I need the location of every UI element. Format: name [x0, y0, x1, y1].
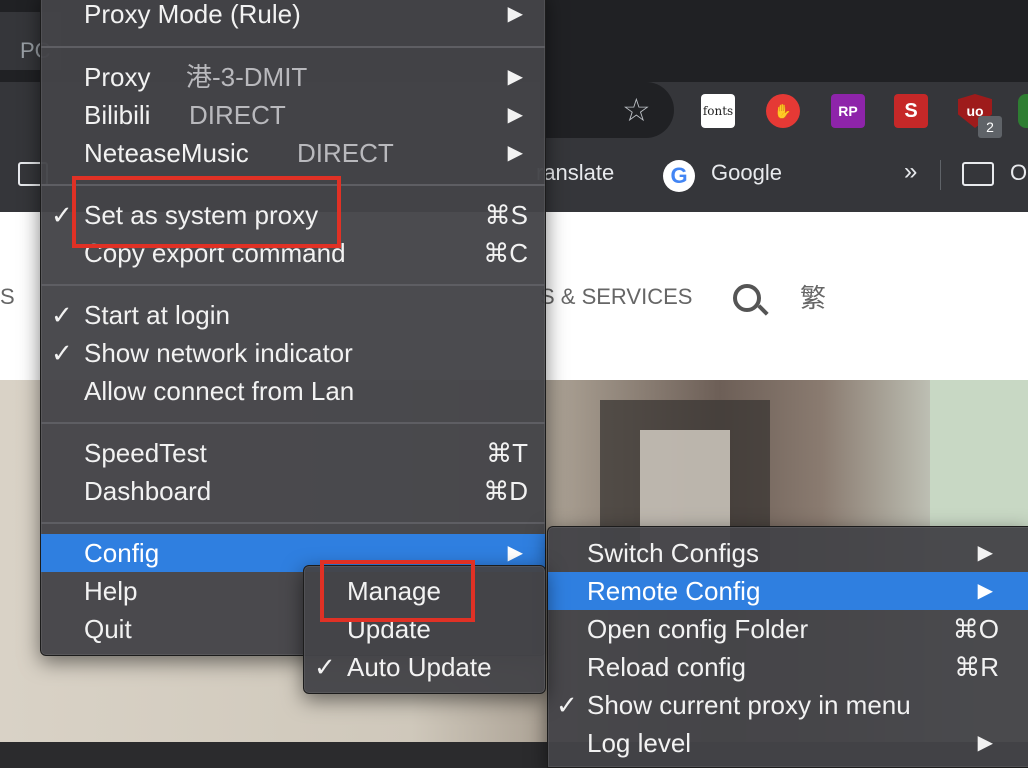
bookmark-star-icon[interactable]: ☆ — [622, 92, 651, 128]
checkmark-icon: ✓ — [556, 690, 578, 720]
menu-item-label: Quit — [84, 614, 132, 644]
bilibili-selected-value: DIRECT — [189, 100, 286, 130]
menu-item-label: Reload config — [587, 652, 746, 682]
submenu-arrow-icon: ▶ — [507, 104, 523, 126]
checkmark-icon: ✓ — [51, 338, 73, 368]
submenu-arrow-icon: ▶ — [507, 3, 523, 25]
menu-item-label: Manage — [347, 576, 441, 606]
hero-image-detail — [930, 380, 1028, 540]
menu-item-remote-config[interactable]: Remote Config ▶ — [548, 572, 1028, 610]
menu-item-label: Bilibili — [84, 100, 151, 130]
menu-item-set-system-proxy[interactable]: ✓ Set as system proxy ⌘S — [41, 196, 545, 234]
checkmark-icon: ✓ — [51, 300, 73, 330]
address-bar[interactable] — [540, 82, 674, 138]
checkmark-icon: ✓ — [314, 652, 336, 682]
other-bookmarks-label[interactable]: O — [1010, 160, 1027, 186]
google-icon: G — [663, 160, 695, 192]
menu-item-label: Show current proxy in menu — [587, 690, 911, 720]
search-icon[interactable] — [733, 284, 761, 312]
nav-item-services[interactable]: S & SERVICES — [540, 284, 692, 310]
menu-item-switch-configs[interactable]: Switch Configs ▶ — [548, 534, 1028, 572]
bookmarks-more-icon[interactable]: » — [904, 158, 917, 186]
menu-item-update[interactable]: Update — [304, 610, 545, 648]
submenu-arrow-icon: ▶ — [507, 142, 523, 164]
menu-item-label: NeteaseMusic — [84, 138, 249, 168]
shortcut-label: ⌘C — [483, 238, 528, 268]
menu-item-label: Log level — [587, 728, 692, 758]
menu-item-label: Set as system proxy — [84, 200, 319, 230]
proxy-selected-value: 港-3-DMIT — [186, 62, 308, 92]
submenu-arrow-icon: ▶ — [977, 542, 993, 564]
menu-item-show-current-proxy[interactable]: ✓ Show current proxy in menu — [548, 686, 1028, 724]
menu-item-show-network-indicator[interactable]: ✓ Show network indicator — [41, 334, 545, 372]
shortcut-label: ⌘S — [484, 200, 528, 230]
rp-extension-icon[interactable]: RP — [831, 94, 865, 128]
menu-item-copy-export-command[interactable]: Copy export command ⌘C — [41, 234, 545, 272]
green-extension-icon[interactable] — [1018, 94, 1028, 128]
menu-item-label: Allow connect from Lan — [84, 376, 355, 406]
checkmark-icon: ✓ — [51, 200, 73, 230]
menu-separator — [41, 422, 545, 424]
shortcut-label: ⌘T — [486, 438, 528, 468]
bookmark-google[interactable]: Google — [711, 160, 782, 186]
clashx-main-menu: Proxy Mode (Rule) ▶ Proxy 港-3-DMIT ▶ Bil… — [40, 0, 546, 656]
menu-item-allow-connect-from-lan[interactable]: Allow connect from Lan — [41, 372, 545, 410]
submenu-arrow-icon: ▶ — [507, 66, 523, 88]
bookmarks-divider — [940, 160, 941, 190]
ublock-count-badge: 2 — [978, 116, 1002, 138]
menu-item-label: Switch Configs — [587, 538, 759, 568]
submenu-arrow-icon: ▶ — [977, 580, 993, 602]
menu-item-label: SpeedTest — [84, 438, 207, 468]
shortcut-label: ⌘R — [954, 652, 999, 682]
menu-item-label: Dashboard — [84, 476, 212, 506]
remote-config-submenu: Manage Update ✓ Auto Update — [303, 565, 546, 694]
menu-item-proxy-mode[interactable]: Proxy Mode (Rule) ▶ — [41, 0, 545, 33]
menu-separator — [41, 46, 545, 48]
menu-item-label: Update — [347, 614, 431, 644]
bookmark-translate[interactable]: ranslate — [536, 160, 614, 186]
menu-separator — [41, 522, 545, 524]
neteasemusic-selected-value: DIRECT — [297, 138, 394, 168]
menu-item-bilibili[interactable]: Bilibili DIRECT ▶ — [41, 96, 545, 134]
menu-separator — [41, 184, 545, 186]
menu-item-start-at-login[interactable]: ✓ Start at login — [41, 296, 545, 334]
nav-item-left[interactable]: S — [0, 284, 15, 310]
submenu-arrow-icon: ▶ — [977, 732, 993, 754]
menu-item-auto-update[interactable]: ✓ Auto Update — [304, 648, 545, 686]
menu-item-speedtest[interactable]: SpeedTest ⌘T — [41, 434, 545, 472]
language-toggle[interactable]: 繁 — [800, 278, 826, 315]
menu-item-label: Open config Folder — [587, 614, 809, 644]
menu-item-label: Start at login — [84, 300, 230, 330]
menu-separator — [41, 284, 545, 286]
menu-item-label: Proxy Mode (Rule) — [84, 0, 301, 29]
adblock-hand-extension-icon[interactable]: ✋ — [766, 94, 800, 128]
menu-item-open-config-folder[interactable]: Open config Folder ⌘O — [548, 610, 1028, 648]
menu-item-dashboard[interactable]: Dashboard ⌘D — [41, 472, 545, 510]
menu-item-label: Help — [84, 576, 138, 606]
fonts-extension-icon[interactable]: fonts — [701, 94, 735, 128]
menu-item-label: Proxy — [84, 62, 151, 92]
menu-item-label: Copy export command — [84, 238, 346, 268]
s-extension-icon[interactable]: S — [894, 94, 928, 128]
menu-item-neteasemusic[interactable]: NeteaseMusic DIRECT ▶ — [41, 134, 545, 172]
other-bookmarks-folder-icon[interactable] — [962, 162, 994, 186]
menu-item-label: Auto Update — [347, 652, 492, 682]
menu-item-reload-config[interactable]: Reload config ⌘R — [548, 648, 1028, 686]
shortcut-label: ⌘O — [952, 614, 999, 644]
shortcut-label: ⌘D — [483, 476, 528, 506]
menu-item-label: Config — [84, 538, 160, 568]
config-submenu: Switch Configs ▶ Remote Config ▶ Open co… — [547, 526, 1028, 768]
menu-item-proxy[interactable]: Proxy 港-3-DMIT ▶ — [41, 58, 545, 96]
menu-item-label: Remote Config — [587, 576, 761, 606]
menu-item-log-level[interactable]: Log level ▶ — [548, 724, 1028, 762]
menu-item-manage[interactable]: Manage — [304, 572, 545, 610]
menu-item-label: Show network indicator — [84, 338, 353, 368]
